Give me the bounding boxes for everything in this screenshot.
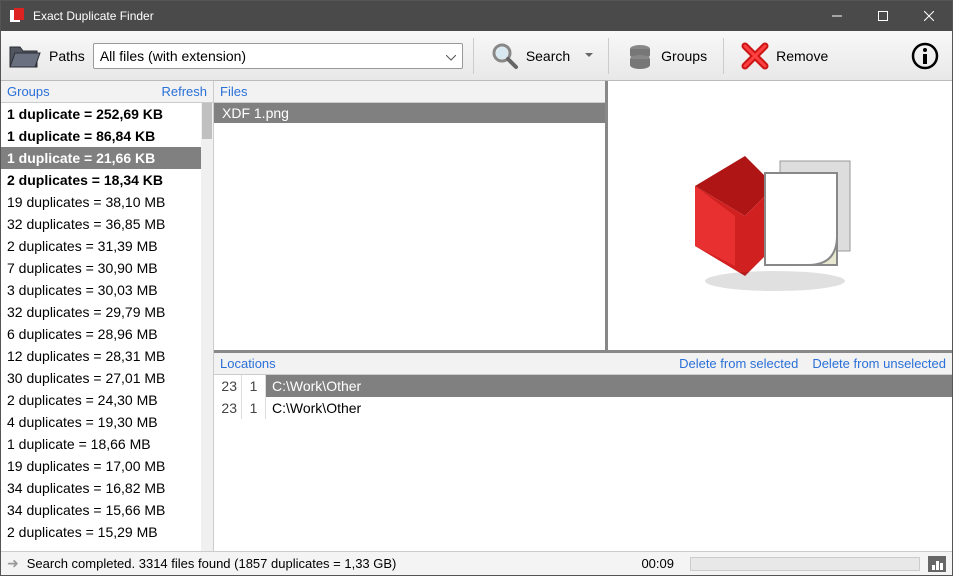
info-button[interactable] (904, 36, 946, 76)
toolbar: Paths All files (with extension) Search … (1, 31, 952, 81)
location-col-b: 1 (242, 375, 266, 397)
group-item[interactable]: 30 duplicates = 27,01 MB (1, 367, 201, 389)
group-item[interactable]: 12 duplicates = 28,31 MB (1, 345, 201, 367)
main-area: Groups Refresh 1 duplicate = 252,69 KB1 … (1, 81, 952, 551)
group-item[interactable]: 34 duplicates = 16,82 MB (1, 477, 201, 499)
group-item[interactable]: 1 duplicate = 86,84 KB (1, 125, 201, 147)
minimize-button[interactable] (814, 1, 860, 31)
locations-panel: Locations Delete from selected Delete fr… (214, 353, 952, 551)
group-item[interactable]: 1 duplicate = 21,66 KB (1, 147, 201, 169)
right-area: Files XDF 1.png Locations Del (214, 81, 952, 551)
group-item[interactable]: 19 duplicates = 38,10 MB (1, 191, 201, 213)
maximize-button[interactable] (860, 1, 906, 31)
group-item[interactable]: 1 duplicate = 252,69 KB (1, 103, 201, 125)
groups-scrollbar[interactable] (201, 103, 213, 551)
groups-header: Groups Refresh (1, 81, 213, 103)
groups-label: Groups (661, 48, 707, 64)
separator (473, 38, 474, 74)
locations-title: Locations (220, 356, 665, 371)
group-item[interactable]: 6 duplicates = 28,96 MB (1, 323, 201, 345)
statusbar: ➜ Search completed. 3314 files found (18… (1, 551, 952, 575)
preview-image (680, 131, 880, 301)
paths-value: All files (with extension) (100, 48, 246, 64)
stats-button[interactable] (928, 556, 946, 572)
groups-title: Groups (7, 84, 161, 99)
top-right: Files XDF 1.png (214, 81, 952, 350)
group-item[interactable]: 32 duplicates = 29,79 MB (1, 301, 201, 323)
chevron-down-icon (446, 48, 456, 64)
group-item[interactable]: 2 duplicates = 24,30 MB (1, 389, 201, 411)
location-col-b: 1 (242, 397, 266, 419)
location-row[interactable]: 231C:\Work\Other (214, 397, 952, 419)
folder-icon[interactable] (7, 39, 41, 73)
status-message: Search completed. 3314 files found (1857… (27, 556, 634, 571)
file-item[interactable]: XDF 1.png (214, 103, 605, 123)
files-list[interactable]: XDF 1.png (214, 103, 605, 350)
search-button[interactable]: Search (484, 36, 576, 76)
preview-pane (608, 81, 952, 350)
close-button[interactable] (906, 1, 952, 31)
group-item[interactable]: 19 duplicates = 17,00 MB (1, 455, 201, 477)
separator (723, 38, 724, 74)
files-panel: Files XDF 1.png (214, 81, 608, 350)
status-arrow-icon: ➜ (7, 555, 19, 572)
location-path: C:\Work\Other (266, 397, 952, 419)
scrollbar-thumb[interactable] (202, 103, 212, 139)
delete-from-selected-link[interactable]: Delete from selected (679, 356, 798, 371)
location-col-a: 23 (214, 397, 242, 419)
delete-from-unselected-link[interactable]: Delete from unselected (812, 356, 946, 371)
locations-header: Locations Delete from selected Delete fr… (214, 353, 952, 375)
location-row[interactable]: 231C:\Work\Other (214, 375, 952, 397)
group-item[interactable]: 4 duplicates = 19,30 MB (1, 411, 201, 433)
app-icon (7, 6, 27, 26)
location-col-a: 23 (214, 375, 242, 397)
paths-select[interactable]: All files (with extension) (93, 43, 463, 69)
group-item[interactable]: 32 duplicates = 36,85 MB (1, 213, 201, 235)
window-title: Exact Duplicate Finder (33, 9, 814, 23)
search-dropdown[interactable] (580, 53, 598, 58)
files-header: Files (214, 81, 605, 103)
group-item[interactable]: 3 duplicates = 30,03 MB (1, 279, 201, 301)
group-item[interactable]: 34 duplicates = 15,66 MB (1, 499, 201, 521)
group-item[interactable]: 2 duplicates = 15,29 MB (1, 521, 201, 543)
search-label: Search (526, 48, 570, 64)
progress-bar (690, 557, 920, 571)
status-time: 00:09 (641, 556, 674, 571)
files-title: Files (220, 84, 599, 99)
groups-panel: Groups Refresh 1 duplicate = 252,69 KB1 … (1, 81, 214, 551)
paths-label: Paths (49, 48, 85, 64)
group-item[interactable]: 1 duplicate = 18,66 MB (1, 433, 201, 455)
locations-list[interactable]: 231C:\Work\Other231C:\Work\Other (214, 375, 952, 551)
refresh-link[interactable]: Refresh (161, 84, 207, 99)
groups-list[interactable]: 1 duplicate = 252,69 KB1 duplicate = 86,… (1, 103, 213, 551)
group-item[interactable]: 7 duplicates = 30,90 MB (1, 257, 201, 279)
groups-button[interactable]: Groups (619, 36, 713, 76)
remove-label: Remove (776, 48, 828, 64)
location-path: C:\Work\Other (266, 375, 952, 397)
separator (608, 38, 609, 74)
remove-button[interactable]: Remove (734, 36, 834, 76)
titlebar: Exact Duplicate Finder (1, 1, 952, 31)
group-item[interactable]: 2 duplicates = 18,34 KB (1, 169, 201, 191)
group-item[interactable]: 2 duplicates = 31,39 MB (1, 235, 201, 257)
